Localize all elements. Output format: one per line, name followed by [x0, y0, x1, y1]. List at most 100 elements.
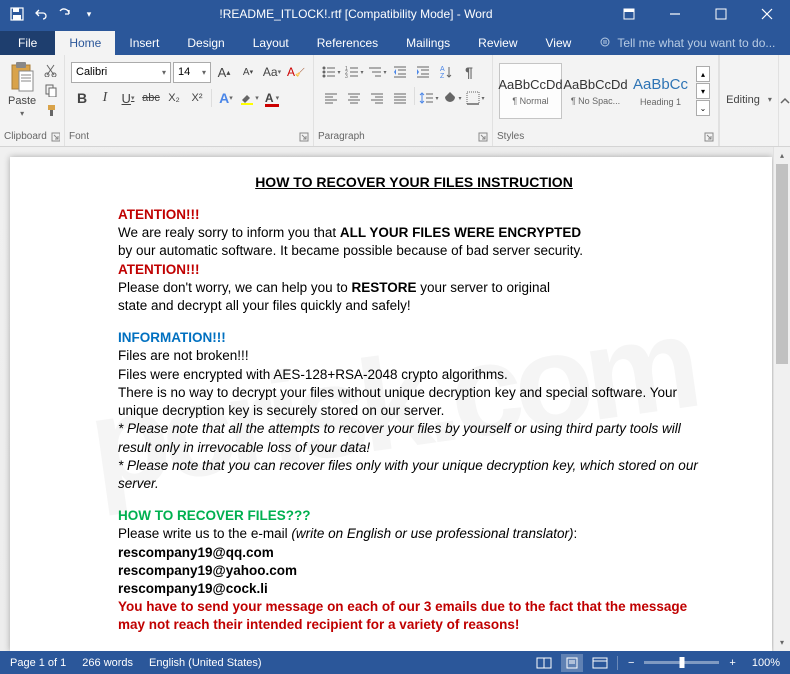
line-spacing-button[interactable]: ▾: [418, 87, 440, 109]
paragraph-group: ▾ 123▾ ▾ AZ ¶ ▾ ▾ ▾ Paragraph: [314, 55, 493, 146]
doc-title: HOW TO RECOVER YOUR FILES INSTRUCTION: [118, 173, 710, 192]
decrease-indent-button[interactable]: [389, 61, 411, 83]
paste-button[interactable]: Paste ▾: [4, 59, 40, 120]
doc-line: by our automatic software. It became pos…: [118, 242, 710, 260]
style-no-spacing[interactable]: AaBbCcDd¶ No Spac...: [564, 63, 627, 119]
maximize-button[interactable]: [698, 0, 744, 28]
ribbon-tabs: File Home Insert Design Layout Reference…: [0, 28, 790, 55]
numbering-button[interactable]: 123▾: [343, 61, 365, 83]
editing-button[interactable]: Editing▾: [722, 90, 776, 110]
doc-line: We are realy sorry to inform you that AL…: [118, 224, 710, 242]
bullets-button[interactable]: ▾: [320, 61, 342, 83]
ribbon-display-button[interactable]: [606, 0, 652, 28]
language-indicator[interactable]: English (United States): [149, 657, 262, 669]
styles-dialog-launcher[interactable]: [704, 132, 714, 142]
styles-scroll-up-button[interactable]: ▴: [696, 66, 710, 82]
doc-line: HOW TO RECOVER FILES???: [118, 508, 311, 523]
bold-button[interactable]: B: [71, 87, 93, 109]
increase-indent-button[interactable]: [412, 61, 434, 83]
scroll-thumb[interactable]: [776, 164, 788, 364]
change-case-button[interactable]: Aa▾: [261, 61, 283, 83]
align-right-button[interactable]: [366, 87, 388, 109]
zoom-out-button[interactable]: −: [624, 657, 638, 669]
read-mode-button[interactable]: [533, 654, 555, 672]
save-button[interactable]: [6, 3, 28, 25]
zoom-slider[interactable]: [644, 661, 719, 664]
font-name-combo[interactable]: Calibri▾: [71, 62, 171, 83]
clear-formatting-button[interactable]: A🧹: [285, 61, 307, 83]
print-layout-button[interactable]: [561, 654, 583, 672]
tab-design[interactable]: Design: [173, 31, 238, 55]
ribbon: Paste ▾ Clipboard Calibri▾ 14▾ A▴ A▾ Aa▾…: [0, 55, 790, 147]
tab-insert[interactable]: Insert: [115, 31, 173, 55]
align-left-button[interactable]: [320, 87, 342, 109]
doc-line: * Please note that all the attempts to r…: [118, 420, 710, 456]
tab-references[interactable]: References: [303, 31, 392, 55]
tab-home[interactable]: Home: [55, 31, 115, 55]
document-area: pcrisk.com HOW TO RECOVER YOUR FILES INS…: [0, 147, 790, 651]
justify-button[interactable]: [389, 87, 411, 109]
clipboard-dialog-launcher[interactable]: [51, 132, 60, 142]
text-effects-button[interactable]: A▾: [215, 87, 237, 109]
subscript-button[interactable]: X₂: [163, 87, 185, 109]
svg-text:3: 3: [345, 74, 348, 80]
clipboard-group: Paste ▾ Clipboard: [0, 55, 65, 146]
shrink-font-button[interactable]: A▾: [237, 61, 259, 83]
collapse-ribbon-button[interactable]: [779, 55, 790, 146]
styles-group-label: Styles: [497, 131, 524, 142]
style-heading-1[interactable]: AaBbCcHeading 1: [629, 63, 692, 119]
font-group: Calibri▾ 14▾ A▴ A▾ Aa▾ A🧹 B I U▾ abc X₂ …: [65, 55, 314, 146]
borders-button[interactable]: ▾: [464, 87, 486, 109]
word-count[interactable]: 266 words: [82, 657, 133, 669]
underline-button[interactable]: U▾: [117, 87, 139, 109]
tab-review[interactable]: Review: [464, 31, 531, 55]
styles-expand-button[interactable]: ⌄: [696, 100, 710, 116]
doc-line: rescompany19@qq.com: [118, 544, 710, 562]
document-page[interactable]: pcrisk.com HOW TO RECOVER YOUR FILES INS…: [10, 157, 772, 651]
paste-label: Paste: [8, 95, 36, 107]
scroll-down-button[interactable]: ▾: [774, 634, 790, 651]
multilevel-list-button[interactable]: ▾: [366, 61, 388, 83]
tab-view[interactable]: View: [532, 31, 586, 55]
doc-line: Please don't worry, we can help you to R…: [118, 279, 710, 297]
highlight-button[interactable]: ▾: [238, 87, 260, 109]
copy-button[interactable]: [42, 81, 60, 99]
tab-layout[interactable]: Layout: [239, 31, 303, 55]
undo-button[interactable]: [30, 3, 52, 25]
italic-button[interactable]: I: [94, 87, 116, 109]
page-indicator[interactable]: Page 1 of 1: [10, 657, 66, 669]
tab-mailings[interactable]: Mailings: [392, 31, 464, 55]
sort-button[interactable]: AZ: [435, 61, 457, 83]
cut-button[interactable]: [42, 61, 60, 79]
font-dialog-launcher[interactable]: [299, 132, 309, 142]
scroll-up-button[interactable]: ▴: [774, 147, 790, 164]
font-color-button[interactable]: A▾: [261, 87, 283, 109]
format-painter-button[interactable]: [42, 101, 60, 119]
strikethrough-button[interactable]: abc: [140, 87, 162, 109]
web-layout-button[interactable]: [589, 654, 611, 672]
close-button[interactable]: [744, 0, 790, 28]
zoom-in-button[interactable]: +: [725, 657, 739, 669]
vertical-scrollbar[interactable]: ▴ ▾: [773, 147, 790, 651]
grow-font-button[interactable]: A▴: [213, 61, 235, 83]
statusbar: Page 1 of 1 266 words English (United St…: [0, 651, 790, 674]
qat-customize-button[interactable]: ▾: [78, 3, 100, 25]
doc-line: Please write us to the e-mail (write on …: [118, 525, 710, 543]
window-title: !README_ITLOCK!.rtf [Compatibility Mode]…: [106, 7, 606, 21]
zoom-level[interactable]: 100%: [752, 657, 780, 669]
align-center-button[interactable]: [343, 87, 365, 109]
paragraph-dialog-launcher[interactable]: [478, 132, 488, 142]
doc-line: rescompany19@yahoo.com: [118, 562, 710, 580]
show-marks-button[interactable]: ¶: [458, 61, 480, 83]
redo-button[interactable]: [54, 3, 76, 25]
tell-me-search[interactable]: Tell me what you want to do...: [585, 31, 789, 55]
minimize-button[interactable]: [652, 0, 698, 28]
doc-line: There is no way to decrypt your files wi…: [118, 384, 710, 420]
font-size-combo[interactable]: 14▾: [173, 62, 211, 83]
superscript-button[interactable]: X²: [186, 87, 208, 109]
style-normal[interactable]: AaBbCcDd¶ Normal: [499, 63, 562, 119]
doc-line: ATENTION!!!: [118, 207, 199, 222]
tab-file[interactable]: File: [0, 31, 55, 55]
styles-scroll-down-button[interactable]: ▾: [696, 83, 710, 99]
shading-button[interactable]: ▾: [441, 87, 463, 109]
